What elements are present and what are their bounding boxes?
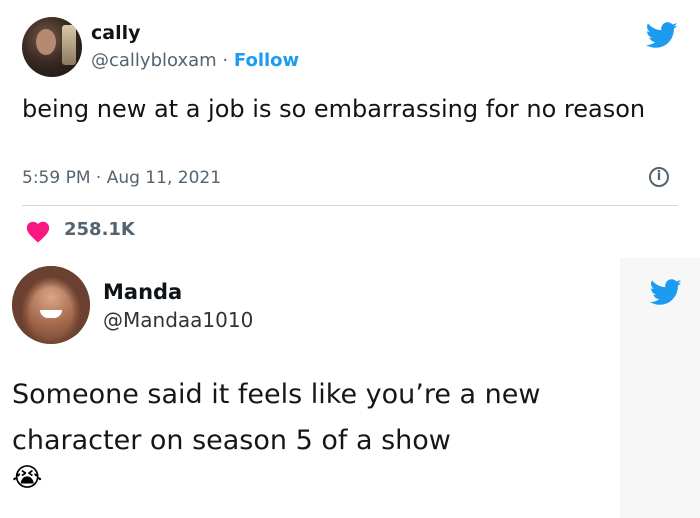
- display-name-cally[interactable]: cally: [91, 22, 141, 44]
- heart-icon[interactable]: [25, 219, 51, 243]
- tweet-timestamp[interactable]: 5:59 PM · Aug 11, 2021: [22, 168, 221, 188]
- handle-manda[interactable]: @Mandaa1010: [103, 308, 253, 332]
- tweet-text-manda: Someone said it feels like you’re a new …: [12, 379, 541, 456]
- follow-button[interactable]: Follow: [234, 50, 299, 71]
- crying-face-emoji: 😭: [12, 463, 43, 493]
- separator: ·: [222, 50, 229, 71]
- info-icon[interactable]: i: [649, 167, 669, 187]
- twitter-bird-icon[interactable]: [650, 279, 682, 306]
- handle-row: @callybloxam · Follow: [91, 50, 299, 71]
- handle-cally[interactable]: @callybloxam: [91, 50, 217, 71]
- twitter-bird-icon[interactable]: [646, 22, 678, 49]
- avatar-manda[interactable]: [12, 266, 90, 344]
- like-count[interactable]: 258.1K: [64, 219, 135, 240]
- avatar-cally[interactable]: [22, 17, 82, 77]
- display-name-manda[interactable]: Manda: [103, 280, 182, 304]
- tweet-text-cally: being new at a job is so embarrassing fo…: [22, 95, 646, 123]
- divider: [22, 205, 678, 206]
